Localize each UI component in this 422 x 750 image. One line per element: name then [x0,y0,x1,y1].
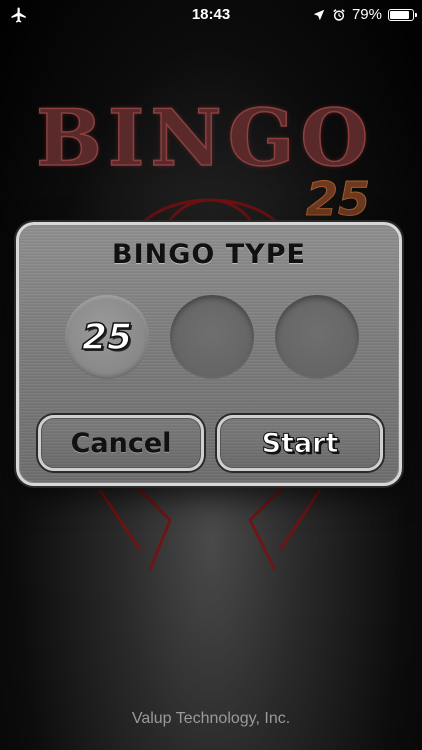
location-arrow-icon [313,9,325,20]
bingo-type-dialog: BINGO TYPE 25 Cancel Start [16,222,402,486]
alarm-clock-icon [333,8,345,21]
start-button[interactable]: Start [217,415,383,471]
option-label: 25 [81,316,133,359]
screen: 18:43 79% BINGO 25 BINGO TYPE 25 Cancel … [0,0,422,750]
company-credit: Valup Technology, Inc. [131,710,291,727]
dialog-title: BINGO TYPE [112,239,306,270]
status-bar: 18:43 79% [0,0,422,30]
bingo-type-option-empty-2[interactable] [170,295,254,379]
battery-icon [388,8,417,21]
battery-percent: 79% [351,6,382,23]
status-right: 79% [312,6,417,23]
bingo-type-option-25[interactable]: 25 [65,295,149,379]
bingo-logo-title: BINGO [35,93,375,184]
battery-fill [390,10,409,19]
bingo-type-option-empty-3[interactable] [275,295,359,379]
cancel-button[interactable]: Cancel [38,415,204,471]
